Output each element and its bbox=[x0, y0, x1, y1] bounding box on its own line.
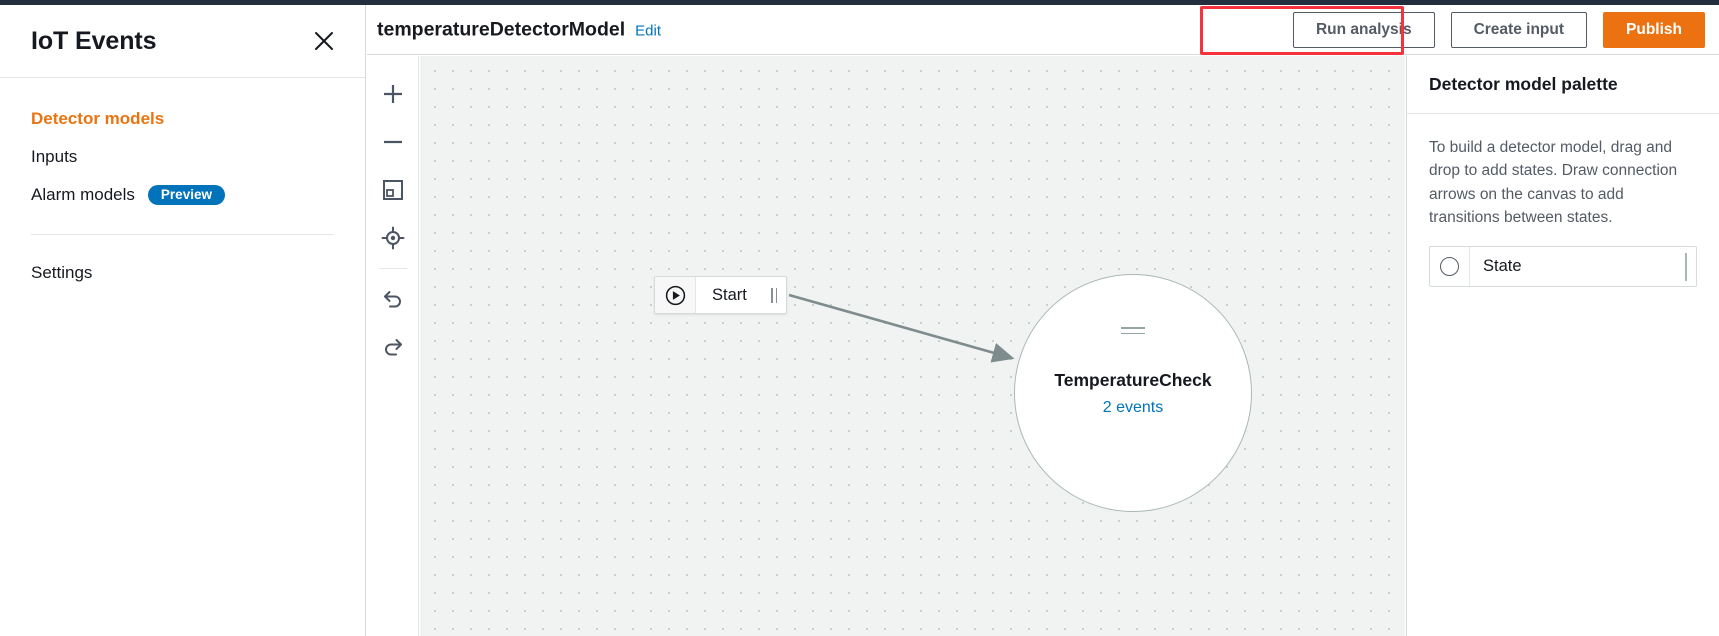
transition-edges bbox=[420, 56, 1405, 636]
state-node-events-link[interactable]: 2 events bbox=[1103, 399, 1163, 417]
detector-model-canvas[interactable]: Start TemperatureCheck 2 events bbox=[420, 56, 1405, 636]
palette-item-drag-handle[interactable] bbox=[1676, 247, 1696, 286]
state-node-temperaturecheck[interactable]: TemperatureCheck 2 events bbox=[1014, 274, 1252, 512]
left-sidebar: IoT Events Detector models Inputs Alarm … bbox=[0, 5, 366, 636]
sidebar-item-label: Settings bbox=[31, 263, 92, 283]
sidebar-item-inputs[interactable]: Inputs bbox=[0, 138, 365, 176]
fit-to-screen-icon[interactable] bbox=[372, 166, 414, 214]
edit-link[interactable]: Edit bbox=[635, 22, 661, 39]
state-node-name: TemperatureCheck bbox=[1054, 370, 1211, 391]
publish-button[interactable]: Publish bbox=[1603, 12, 1705, 48]
palette-item-label: State bbox=[1470, 247, 1676, 286]
detector-model-palette: Detector model palette To build a detect… bbox=[1406, 56, 1719, 636]
canvas-toolbar bbox=[367, 56, 419, 636]
page-title: temperatureDetectorModel bbox=[377, 18, 625, 41]
center-target-icon[interactable] bbox=[372, 214, 414, 262]
sidebar-item-alarm-models[interactable]: Alarm models Preview bbox=[0, 176, 365, 214]
create-input-button[interactable]: Create input bbox=[1451, 12, 1587, 48]
state-circle-icon bbox=[1430, 247, 1470, 286]
sidebar-item-label: Inputs bbox=[31, 147, 77, 167]
zoom-out-icon[interactable] bbox=[372, 118, 414, 166]
palette-item-state[interactable]: State bbox=[1429, 246, 1697, 287]
iot-events-detector-model-editor: IoT Events Detector models Inputs Alarm … bbox=[0, 0, 1719, 636]
sidebar-title: IoT Events bbox=[31, 27, 156, 56]
play-circle-icon bbox=[655, 277, 696, 313]
sidebar-item-detector-models[interactable]: Detector models bbox=[0, 100, 365, 138]
main-header: temperatureDetectorModel Edit Run analys… bbox=[367, 5, 1719, 55]
publish-wrapper: Publish bbox=[1603, 12, 1705, 48]
sidebar-item-settings[interactable]: Settings bbox=[0, 254, 365, 292]
run-analysis-wrapper: Run analysis bbox=[1293, 12, 1435, 48]
model-title-group: temperatureDetectorModel Edit bbox=[377, 18, 661, 41]
palette-title: Detector model palette bbox=[1407, 56, 1719, 114]
start-node-label: Start bbox=[696, 277, 763, 313]
palette-description: To build a detector model, drag and drop… bbox=[1429, 136, 1697, 229]
palette-body: To build a detector model, drag and drop… bbox=[1407, 114, 1719, 287]
run-analysis-button[interactable]: Run analysis bbox=[1293, 12, 1435, 48]
sidebar-nav-lower: Settings bbox=[0, 235, 365, 292]
preview-badge: Preview bbox=[148, 185, 225, 206]
start-node-resize-handle[interactable] bbox=[763, 277, 786, 313]
sidebar-nav: Detector models Inputs Alarm models Prev… bbox=[0, 78, 365, 292]
sidebar-item-label: Detector models bbox=[31, 109, 164, 129]
header-actions: Run analysis Create input Publish bbox=[1293, 5, 1719, 55]
start-node[interactable]: Start bbox=[654, 276, 787, 314]
toolbar-divider bbox=[379, 268, 407, 269]
sidebar-header: IoT Events bbox=[0, 5, 365, 78]
close-icon[interactable] bbox=[309, 26, 339, 56]
undo-icon[interactable] bbox=[372, 275, 414, 323]
redo-icon[interactable] bbox=[372, 323, 414, 371]
create-input-wrapper: Create input bbox=[1451, 12, 1587, 48]
sidebar-item-label: Alarm models bbox=[31, 185, 135, 205]
state-node-drag-handle[interactable] bbox=[1121, 327, 1145, 334]
zoom-in-icon[interactable] bbox=[372, 70, 414, 118]
